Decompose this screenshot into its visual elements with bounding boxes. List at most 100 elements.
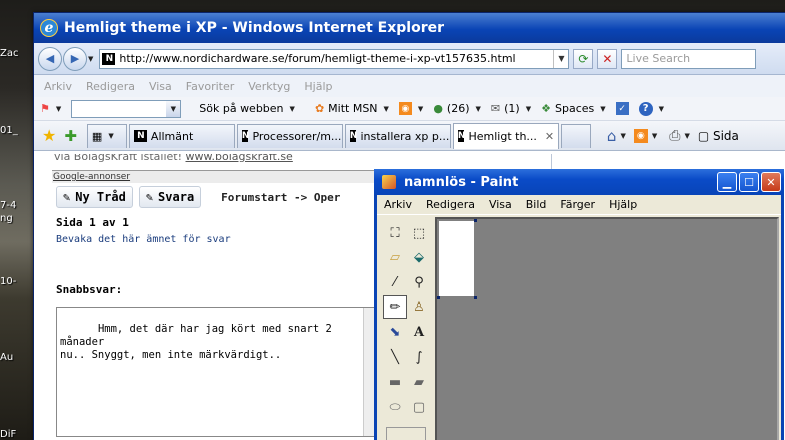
mail-count: (1) (504, 102, 520, 115)
menu-item[interactable]: Redigera (426, 198, 475, 211)
site-favicon-icon: N (102, 52, 116, 65)
eraser-icon[interactable]: ▱ (383, 245, 407, 269)
help-button[interactable]: ? ▼ (638, 101, 664, 116)
mail-button[interactable]: ✉ (1) ▼ (491, 102, 531, 115)
address-dropdown-icon[interactable]: ▼ (553, 49, 568, 68)
line-icon[interactable]: ╲ (383, 345, 407, 369)
tab-label: installera xp p... (360, 129, 450, 143)
msn-toolbar: ⚑ ▼ ▼ Sök på webben ▼ ✿ Mitt MSN ▼ ◉ ▼ ● (26… (34, 97, 785, 121)
text-tool-icon[interactable]: A (407, 320, 431, 344)
ellipse-icon[interactable]: ⬭ (383, 395, 407, 419)
ie-titlebar[interactable]: e Hemligt theme i XP - Windows Internet … (34, 13, 785, 43)
msn-butterfly-icon: ✿ (314, 102, 325, 115)
free-select-icon[interactable]: ⛶ (383, 221, 407, 245)
color-picker-icon[interactable]: ⁄ (383, 270, 407, 294)
site-favicon-icon: N (133, 130, 147, 142)
ie-menubar: Arkiv Redigera Visa Favoriter Verktyg Hj… (34, 75, 785, 97)
rounded-rect-icon[interactable]: ▢ (407, 395, 431, 419)
search-web-button[interactable]: Sök på webben ▼ (199, 102, 295, 115)
ad-link[interactable]: www.bolagskraft.se (186, 154, 293, 163)
print-icon[interactable]: ⎙ (669, 128, 680, 144)
site-favicon-icon: N (349, 130, 357, 142)
menu-item[interactable]: Bild (526, 198, 547, 211)
tab-hemligt-theme[interactable]: N Hemligt th... ✕ (452, 122, 559, 149)
maximize-button[interactable]: ☐ (739, 172, 759, 192)
search-web-label: Sök på webben (199, 102, 284, 115)
menu-item[interactable]: Visa (489, 198, 512, 211)
new-thread-button[interactable]: ✎ Ny Tråd (56, 186, 133, 208)
address-bar[interactable]: N http://www.nordichardware.se/forum/hem… (99, 48, 570, 69)
feeds-icon[interactable]: ◉ (633, 128, 648, 143)
desktop-icon-label[interactable]: Au (0, 352, 36, 363)
menu-item[interactable]: Hjälp (304, 80, 332, 93)
fill-bucket-icon[interactable]: ⬙ (407, 245, 431, 269)
brush-icon[interactable]: ♙ (407, 295, 431, 319)
tab-installera-xp[interactable]: Ninstallera xp p... (344, 123, 451, 148)
tab-label: Allmänt (150, 129, 194, 143)
spaces-button[interactable]: ❖ Spaces ▼ (541, 102, 606, 115)
home-icon[interactable]: ⌂ (607, 127, 617, 145)
desktop-icon-label[interactable]: Zac (0, 48, 36, 59)
address-url: http://www.nordichardware.se/forum/hemli… (119, 52, 516, 65)
canvas-area[interactable] (435, 217, 779, 440)
polygon-icon[interactable]: ▰ (407, 370, 431, 394)
tool-options-box[interactable] (386, 427, 426, 440)
magnifier-icon[interactable]: ⚲ (407, 270, 431, 294)
airbrush-icon[interactable]: ⬊ (383, 320, 407, 344)
page-menu-button[interactable]: ▢ Sida (698, 129, 739, 143)
history-dropdown-icon[interactable]: ▼ (88, 55, 93, 63)
menu-item[interactable]: Färger (560, 198, 595, 211)
add-favorite-icon[interactable]: ✚ (64, 127, 77, 145)
refresh-icon[interactable]: ⟳ (573, 48, 594, 69)
tab-allmant[interactable]: N Allmänt (128, 123, 235, 148)
quick-tabs-icon: ▦ (91, 129, 103, 143)
new-tab-button[interactable] (560, 123, 591, 148)
paint-app-icon (382, 175, 396, 189)
document-icon: ✎ (145, 190, 154, 204)
resize-handle[interactable] (474, 219, 477, 222)
google-ads-link[interactable]: Google-annonser (53, 172, 130, 182)
desktop-icon-label[interactable]: ng (0, 213, 36, 224)
search-input[interactable]: Live Search (621, 48, 757, 69)
close-tab-icon[interactable]: ✕ (545, 130, 554, 143)
resize-handle[interactable] (437, 296, 440, 299)
desktop-icon-label[interactable]: 01_ (0, 125, 36, 136)
document-icon: ✎ (63, 190, 71, 204)
back-button[interactable]: ◀ (38, 46, 62, 71)
my-msn-button[interactable]: ✿ Mitt MSN ▼ (315, 102, 389, 115)
menu-item[interactable]: Hjälp (609, 198, 637, 211)
paint-titlebar[interactable]: namnlös - Paint ▁ ☐ ✕ (374, 169, 784, 195)
minimize-button[interactable]: ▁ (717, 172, 737, 192)
close-button[interactable]: ✕ (761, 172, 781, 192)
windows-flag-icon[interactable]: ⚑ ▼ (40, 102, 61, 115)
rss-button[interactable]: ◉ ▼ (398, 102, 423, 115)
menu-item[interactable]: Favoriter (186, 80, 234, 93)
forward-button[interactable]: ▶ (63, 46, 87, 71)
menu-item[interactable]: Visa (149, 80, 172, 93)
reply-button[interactable]: ✎ Svara (138, 186, 202, 208)
menu-item[interactable]: Arkiv (384, 198, 412, 211)
msn-search-combo[interactable]: ▼ (71, 99, 182, 118)
drawing-canvas[interactable] (439, 221, 474, 296)
curve-icon[interactable]: ∫ (407, 345, 431, 369)
quick-reply-textarea[interactable]: Hmm, det där har jag kört med snart 2 må… (56, 307, 378, 437)
menu-item[interactable]: Redigera (86, 80, 135, 93)
page-menu-label: Sida (712, 128, 739, 143)
pencil-icon[interactable]: ✏ (383, 295, 407, 319)
desktop-icon-label[interactable]: DiF (0, 429, 36, 440)
resize-handle[interactable] (474, 296, 477, 299)
site-favicon-icon: N (457, 130, 465, 142)
rect-select-icon[interactable]: ⬚ (407, 221, 431, 245)
favorites-star-icon[interactable]: ★ (42, 126, 56, 145)
checkbox-tool-icon[interactable]: ✓ (615, 102, 629, 115)
breadcrumb[interactable]: Forumstart -> Oper (221, 191, 340, 204)
desktop-icon-label[interactable]: 7-4 (0, 200, 36, 211)
quick-tabs-button[interactable]: ▦ ▼ (86, 123, 127, 148)
desktop-icon-label[interactable]: 10- (0, 276, 36, 287)
stop-icon[interactable]: ✕ (597, 48, 618, 69)
menu-item[interactable]: Arkiv (44, 80, 72, 93)
rectangle-icon[interactable]: ▬ (383, 370, 407, 394)
messenger-button[interactable]: ● (26) ▼ (433, 102, 481, 115)
tab-processorer[interactable]: N Processorer/m... (236, 123, 343, 148)
menu-item[interactable]: Verktyg (248, 80, 290, 93)
